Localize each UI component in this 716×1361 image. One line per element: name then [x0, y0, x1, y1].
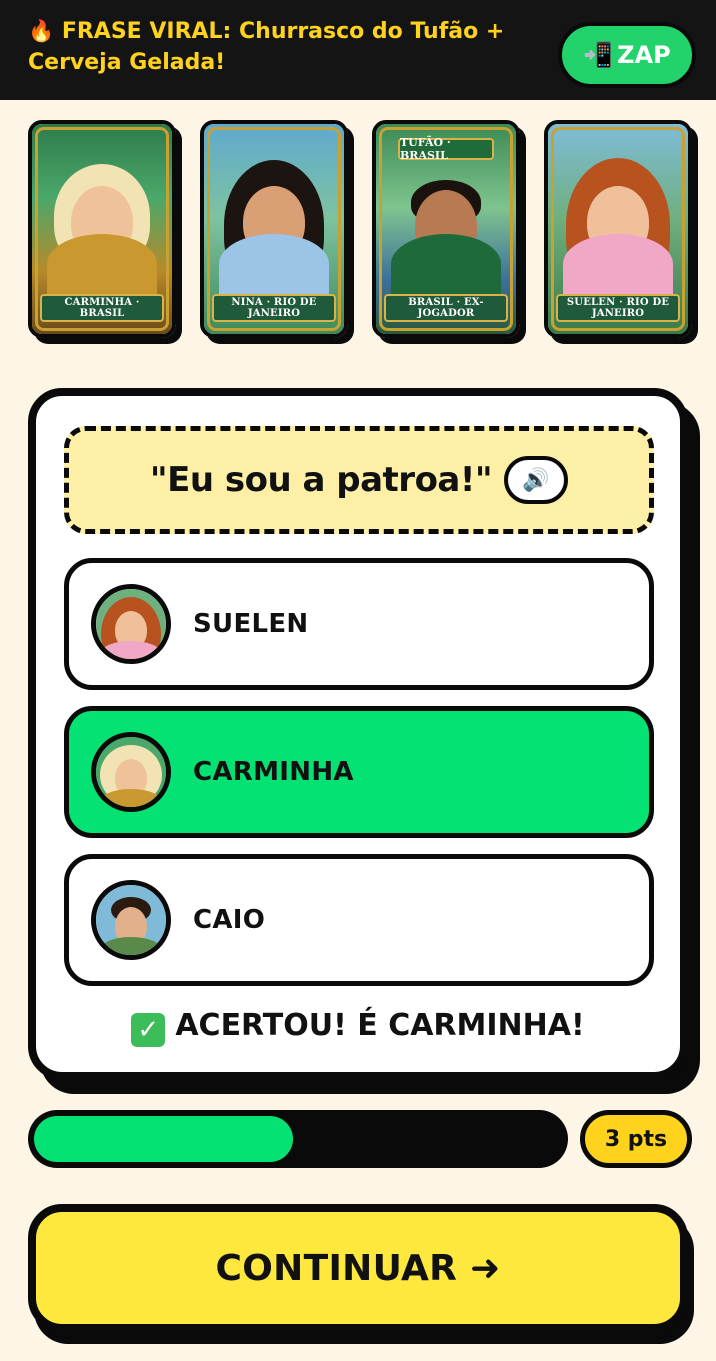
character-cards: CARMINHA · BRASIL NINA · RIO DE JANEIRO … [28, 120, 692, 350]
speaker-icon: 🔊 [522, 467, 550, 493]
quote-box: "Eu sou a patroa!" 🔊 [64, 426, 654, 534]
avatar-carminha [91, 732, 171, 812]
option-carminha[interactable]: CARMINHA [64, 706, 654, 838]
card-label: NINA · RIO DE JANEIRO [212, 294, 336, 322]
option-label: CARMINHA [193, 757, 354, 787]
fire-icon: 🔥 [28, 19, 55, 43]
card-label: CARMINHA · BRASIL [40, 294, 164, 322]
continue-label: CONTINUAR ➜ [215, 1247, 501, 1289]
quiz-panel: "Eu sou a patroa!" 🔊 SUELEN CARMINHA CAI… [28, 388, 688, 1080]
option-label: SUELEN [193, 609, 309, 639]
banner-headline[interactable]: 🔥 FRASE VIRAL: Churrasco do Tufão + Cerv… [28, 16, 568, 78]
zap-label: ZAP [617, 41, 671, 69]
result-message: ✓ ACERTOU! É CARMINHA! [36, 1008, 680, 1047]
character-card-nina[interactable]: NINA · RIO DE JANEIRO [200, 120, 348, 338]
option-suelen[interactable]: SUELEN [64, 558, 654, 690]
option-caio[interactable]: CAIO [64, 854, 654, 986]
zap-share-button[interactable]: 📲 ZAP [558, 22, 696, 88]
card-top-label: TUFÃO · BRASIL [398, 136, 494, 162]
score-label: 3 pts [604, 1126, 668, 1152]
banner-text: FRASE VIRAL: Churrasco do Tufão + Cervej… [28, 19, 505, 75]
result-text: ACERTOU! É CARMINHA! [175, 1008, 585, 1043]
card-label: BRASIL · EX-JOGADOR [384, 294, 508, 322]
avatar-suelen [91, 584, 171, 664]
progress-fill [34, 1116, 293, 1162]
character-card-suelen[interactable]: SUELEN · RIO DE JANEIRO [544, 120, 692, 338]
continue-button[interactable]: CONTINUAR ➜ [28, 1204, 688, 1332]
avatar-caio [91, 880, 171, 960]
character-card-carminha[interactable]: CARMINHA · BRASIL [28, 120, 176, 338]
top-banner: 🔥 FRASE VIRAL: Churrasco do Tufão + Cerv… [0, 0, 716, 100]
progress-bar [28, 1110, 568, 1168]
option-label: CAIO [193, 905, 266, 935]
score-badge: 3 pts [580, 1110, 692, 1168]
card-label: SUELEN · RIO DE JANEIRO [556, 294, 680, 322]
quote-text: "Eu sou a patroa!" [149, 460, 493, 500]
phone-share-icon: 📲 [583, 41, 614, 69]
check-icon: ✓ [131, 1013, 166, 1047]
character-card-tufao[interactable]: TUFÃO · BRASIL BRASIL · EX-JOGADOR [372, 120, 520, 338]
speaker-button[interactable]: 🔊 [504, 456, 569, 504]
